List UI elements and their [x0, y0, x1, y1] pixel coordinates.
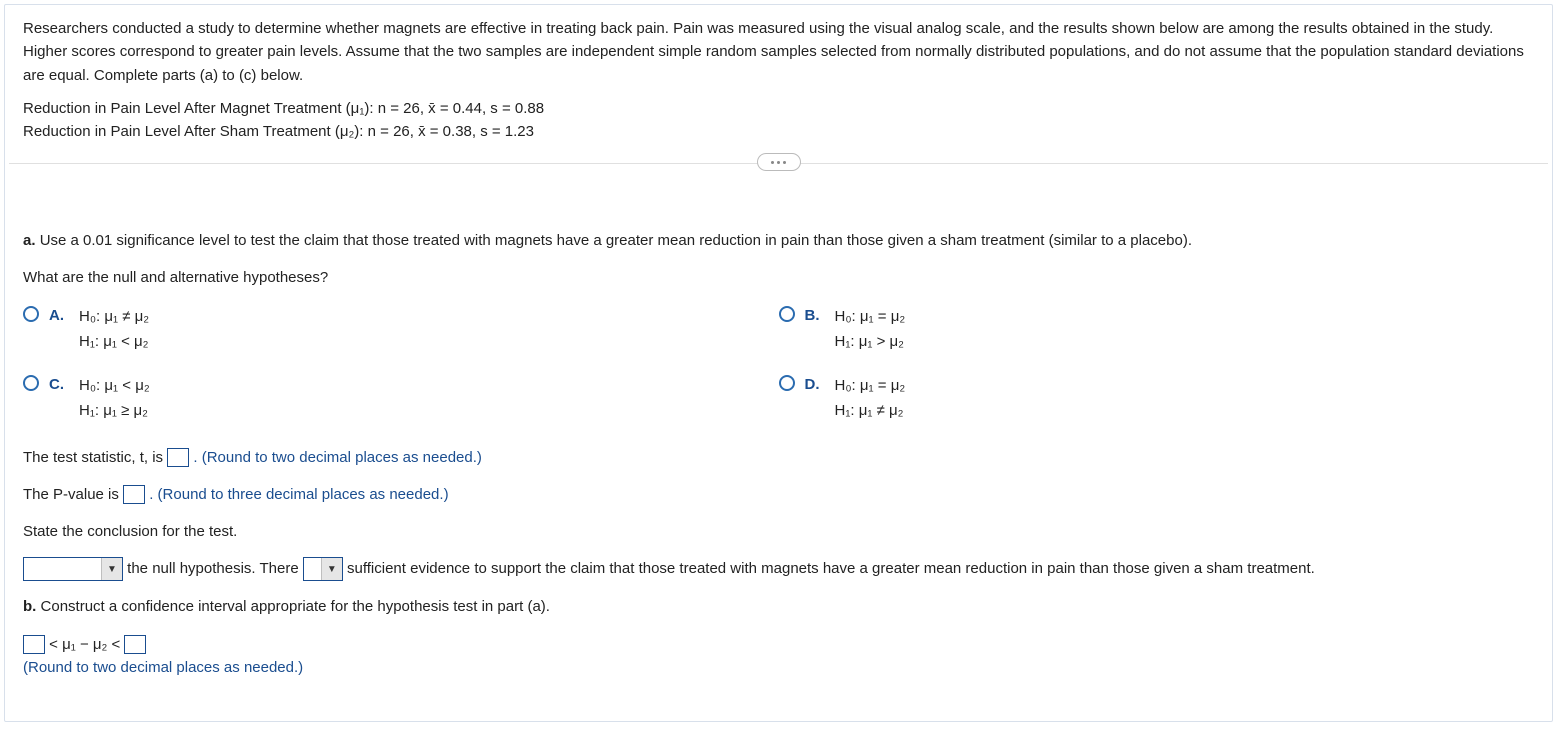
- option-a-h1: H₁: μ₁ < μ₂: [79, 329, 149, 355]
- option-b-h1: H₁: μ₁ > μ₂: [835, 329, 906, 355]
- option-b-hypotheses: H₀: μ₁ = μ₂ H₁: μ₁ > μ₂: [835, 304, 906, 355]
- tstat-line: The test statistic, t, is . (Round to tw…: [23, 446, 1534, 469]
- tstat-pre: The test statistic, t, is: [23, 449, 167, 466]
- conclusion-select-2[interactable]: [303, 557, 343, 581]
- option-d-h1: H₁: μ₁ ≠ μ₂: [835, 398, 906, 424]
- question-body[interactable]: a. Use a 0.01 significance level to test…: [5, 205, 1552, 717]
- options-grid: A. H₀: μ₁ ≠ μ₂ H₁: μ₁ < μ₂ B. H₀: μ₁ = μ…: [23, 304, 1534, 424]
- part-b-prompt: b. Construct a confidence interval appro…: [23, 595, 1534, 618]
- part-a-label: a.: [23, 232, 36, 249]
- section-divider: [9, 163, 1548, 164]
- pvalue-line: The P-value is . (Round to three decimal…: [23, 483, 1534, 506]
- radio-d[interactable]: [779, 375, 795, 391]
- option-d: D. H₀: μ₁ = μ₂ H₁: μ₁ ≠ μ₂: [779, 373, 1535, 424]
- expand-button[interactable]: [757, 153, 801, 171]
- option-d-h0: H₀: μ₁ = μ₂: [835, 373, 906, 399]
- option-d-letter: D.: [805, 373, 825, 396]
- option-c-hypotheses: H₀: μ₁ < μ₂ H₁: μ₁ ≥ μ₂: [79, 373, 150, 424]
- option-c-h1: H₁: μ₁ ≥ μ₂: [79, 398, 150, 424]
- problem-header: Researchers conducted a study to determi…: [5, 5, 1552, 157]
- ci-hint: (Round to two decimal places as needed.): [23, 656, 1534, 679]
- option-d-hypotheses: H₀: μ₁ = μ₂ H₁: μ₁ ≠ μ₂: [835, 373, 906, 424]
- option-a: A. H₀: μ₁ ≠ μ₂ H₁: μ₁ < μ₂: [23, 304, 779, 355]
- option-a-letter: A.: [49, 304, 69, 327]
- option-c-h0: H₀: μ₁ < μ₂: [79, 373, 150, 399]
- part-b-label: b.: [23, 598, 36, 615]
- intro-text: Researchers conducted a study to determi…: [23, 17, 1534, 87]
- ci-upper-input[interactable]: [124, 635, 146, 654]
- problem-container: Researchers conducted a study to determi…: [4, 4, 1553, 722]
- conclusion-mid2: sufficient evidence to support the claim…: [347, 560, 1315, 577]
- ci-mid: < μ₁ − μ₂ <: [49, 636, 124, 653]
- sample1-stats: Reduction in Pain Level After Magnet Tre…: [23, 97, 1534, 120]
- radio-a[interactable]: [23, 306, 39, 322]
- hypotheses-question: What are the null and alternative hypoth…: [23, 266, 1534, 289]
- sample2-stats: Reduction in Pain Level After Sham Treat…: [23, 120, 1534, 143]
- option-b-letter: B.: [805, 304, 825, 327]
- part-b-text: Construct a confidence interval appropri…: [41, 598, 550, 615]
- radio-b[interactable]: [779, 306, 795, 322]
- pvalue-hint: . (Round to three decimal places as need…: [149, 486, 448, 503]
- tstat-hint: . (Round to two decimal places as needed…: [193, 449, 482, 466]
- part-a-text: Use a 0.01 significance level to test th…: [40, 232, 1192, 249]
- option-c-letter: C.: [49, 373, 69, 396]
- conclusion-select-1[interactable]: [23, 557, 123, 581]
- pvalue-input[interactable]: [123, 485, 145, 504]
- option-a-hypotheses: H₀: μ₁ ≠ μ₂ H₁: μ₁ < μ₂: [79, 304, 149, 355]
- option-a-h0: H₀: μ₁ ≠ μ₂: [79, 304, 149, 330]
- radio-c[interactable]: [23, 375, 39, 391]
- pvalue-pre: The P-value is: [23, 486, 123, 503]
- conclusion-intro: State the conclusion for the test.: [23, 520, 1534, 543]
- part-a-prompt: a. Use a 0.01 significance level to test…: [23, 229, 1534, 252]
- option-c: C. H₀: μ₁ < μ₂ H₁: μ₁ ≥ μ₂: [23, 373, 779, 424]
- conclusion-mid1: the null hypothesis. There: [127, 560, 303, 577]
- ci-lower-input[interactable]: [23, 635, 45, 654]
- conclusion-line: the null hypothesis. There sufficient ev…: [23, 557, 1534, 581]
- ci-line: < μ₁ − μ₂ <: [23, 633, 1534, 656]
- option-b: B. H₀: μ₁ = μ₂ H₁: μ₁ > μ₂: [779, 304, 1535, 355]
- option-b-h0: H₀: μ₁ = μ₂: [835, 304, 906, 330]
- tstat-input[interactable]: [167, 448, 189, 467]
